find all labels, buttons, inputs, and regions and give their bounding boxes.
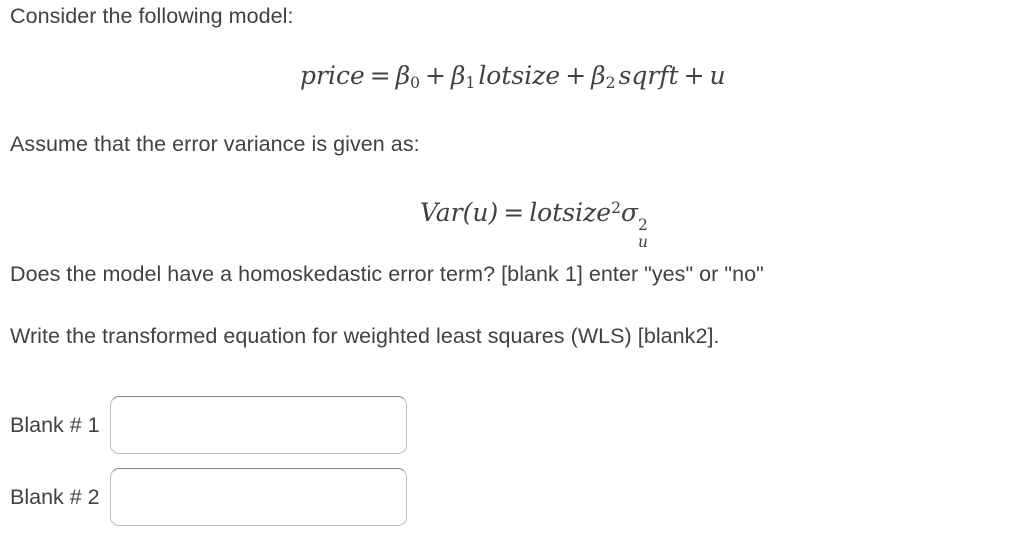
instruction-text: Write the transformed equation for weigh… (10, 324, 720, 348)
assume-text: Assume that the error variance is given … (10, 132, 420, 156)
variance-lotsize-base: lotsize (529, 198, 612, 228)
blank-2-label: Blank # 2 (10, 485, 100, 509)
sigma-subscript: u (638, 232, 649, 251)
sqrft-term: sqrft (618, 61, 679, 90)
variance-equation-lhs: Var(u) (420, 198, 499, 228)
model-equation: price = β0 + β1 lotsize + β2 sqrft + u (300, 60, 726, 99)
model-plus-1: + (425, 61, 446, 90)
sigma-symbol: σ (620, 198, 639, 228)
blank-row-1: Blank # 1 (10, 396, 407, 454)
beta-2-symbol: β (591, 61, 606, 90)
blank-1-label: Blank # 1 (10, 413, 100, 437)
variance-lotsize-exponent: 2 (611, 199, 621, 217)
error-term-u: u (709, 61, 726, 90)
beta-0-symbol: β (395, 61, 411, 90)
blank-1-input[interactable] (109, 396, 407, 454)
beta-0-subscript: 0 (410, 73, 421, 92)
beta-1-subscript: 1 (465, 73, 476, 92)
lotsize-term: lotsize (478, 61, 561, 90)
model-equation-equals: = (369, 61, 391, 90)
beta-1-symbol: β (450, 61, 466, 90)
variance-equation-equals: = (503, 198, 525, 228)
variance-equation: Var(u) = lotsize2σ 2 u (420, 192, 652, 251)
blank-2-input[interactable] (109, 468, 407, 526)
question-text: Does the model have a homoskedastic erro… (10, 262, 764, 286)
model-plus-2: + (565, 61, 587, 90)
blank-row-2: Blank # 2 (10, 468, 407, 526)
intro-text: Consider the following model: (10, 4, 294, 28)
model-equation-lhs: price (300, 61, 365, 90)
beta-2-subscript: 2 (605, 73, 616, 92)
model-plus-3: + (683, 61, 705, 90)
